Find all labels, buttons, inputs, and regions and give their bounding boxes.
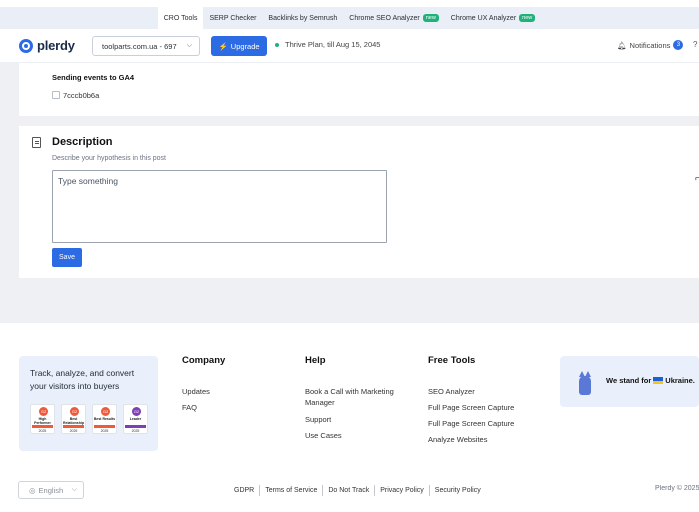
language-selector[interactable]: ◎ English ⌵ <box>18 481 84 499</box>
footer-link-use-cases[interactable]: Use Cases <box>305 430 342 441</box>
link-privacy[interactable]: Privacy Policy <box>380 487 424 494</box>
logo-icon <box>19 38 33 53</box>
promo-text: Track, analyze, and convert your visitor… <box>30 368 135 391</box>
plan-text: Thrive Plan, till Aug 15, 2045 <box>285 40 381 49</box>
footer-link-screen-capture-2[interactable]: Full Page Screen Capture <box>428 418 514 429</box>
ga4-code: 7cccb0b6a <box>63 91 100 100</box>
new-badge: new <box>422 14 439 22</box>
divider <box>374 485 376 496</box>
site-selector[interactable]: toolparts.com.ua - 697 ⌵ <box>92 36 200 56</box>
ukraine-flag-icon <box>653 377 664 384</box>
description-subtitle: Describe your hypothesis in this post <box>52 155 166 162</box>
tools-bar: CRO Tools SERP Checker Backlinks by Semr… <box>0 7 699 29</box>
g2-icon: G2 <box>70 407 79 416</box>
ga4-checkbox[interactable] <box>52 91 60 99</box>
badge-year: 2025 <box>38 429 47 433</box>
tab-chrome-ux-analyzer[interactable]: Chrome UX Analyzer new <box>445 7 541 29</box>
logo-text: plerdy <box>37 38 75 53</box>
help-icon[interactable]: ? <box>693 40 697 49</box>
status-dot-icon <box>275 42 279 47</box>
mouse-cursor-icon: ⌐ <box>695 173 699 184</box>
divider <box>322 485 324 496</box>
tab-label: SERP Checker <box>209 14 257 22</box>
tab-chrome-seo-analyzer[interactable]: Chrome SEO Analyzer new <box>343 7 445 29</box>
cat-mascot-icon <box>577 368 593 395</box>
copyright: Plerdy © 2025 <box>655 485 699 492</box>
footer-link-book-call[interactable]: Book a Call with Marketing Manager <box>305 386 410 408</box>
g2-badge-best-relationship: G2 Best Relationship 2025 <box>61 404 86 434</box>
upgrade-button[interactable]: ⚡ Upgrade <box>211 36 267 56</box>
footer-free-tools-title: Free Tools <box>428 355 476 366</box>
plan-status: Thrive Plan, till Aug 15, 2045 <box>275 40 380 49</box>
badge-label: Best Relationship <box>62 417 84 425</box>
badge-label: High Performer <box>34 417 51 425</box>
divider <box>428 485 430 496</box>
tab-label: CRO Tools <box>163 14 198 22</box>
document-icon <box>32 137 41 148</box>
new-badge: new <box>519 14 536 22</box>
badge-ribbon <box>94 425 115 428</box>
g2-icon: G2 <box>39 407 48 416</box>
badge-ribbon <box>125 425 146 428</box>
badge-ribbon <box>63 425 84 428</box>
g2-icon: G2 <box>132 407 141 416</box>
badge-year: 2025 <box>69 429 78 433</box>
badge-ribbon <box>32 425 53 428</box>
tab-serp-checker[interactable]: SERP Checker <box>203 7 262 29</box>
notifications-button[interactable]: 🔔︎ Notifications 3 <box>617 40 684 50</box>
language-value: English <box>38 485 64 495</box>
g2-badge-leader: G2 Leader 2025 <box>123 404 148 434</box>
award-badges: G2 High Performer 2025 G2 Best Relations… <box>30 404 148 434</box>
tab-cro-tools[interactable]: CRO Tools <box>157 7 204 29</box>
upgrade-label: Upgrade <box>230 41 260 51</box>
tab-label: Backlinks by Semrush <box>268 14 338 22</box>
ukraine-text: We stand for Ukraine. <box>606 376 695 385</box>
footer-link-updates[interactable]: Updates <box>182 386 210 397</box>
footer-link-faq[interactable]: FAQ <box>182 402 197 413</box>
tab-label: Chrome SEO Analyzer <box>349 14 420 22</box>
g2-icon: G2 <box>101 407 110 416</box>
lightning-icon: ⚡ <box>218 41 228 51</box>
tab-backlinks[interactable]: Backlinks by Semrush <box>262 7 343 29</box>
description-textarea[interactable] <box>52 170 387 243</box>
g2-badge-best-results: G2 Best Results 2025 <box>92 404 117 434</box>
badge-label: Leader <box>129 417 142 421</box>
footer-link-seo-analyzer[interactable]: SEO Analyzer <box>428 386 475 397</box>
notifications-label: Notifications <box>629 40 671 50</box>
footer-link-analyze-websites[interactable]: Analyze Websites <box>428 434 487 445</box>
g2-badge-high-performer: G2 High Performer 2025 <box>30 404 55 434</box>
footer-link-support[interactable]: Support <box>305 414 331 425</box>
divider <box>259 485 261 496</box>
badge-year: 2025 <box>131 429 140 433</box>
ukraine-prefix: We stand for <box>606 376 652 385</box>
description-title: Description <box>52 136 113 148</box>
link-do-not-track[interactable]: Do Not Track <box>328 487 369 494</box>
chevron-down-icon: ⌵ <box>71 486 77 493</box>
plerdy-logo[interactable]: plerdy <box>19 38 75 53</box>
ukraine-country: Ukraine. <box>665 376 695 385</box>
chevron-down-icon: ⌵ <box>186 42 192 49</box>
footer-help-title: Help <box>305 355 326 366</box>
notifications-count: 3 <box>673 40 684 50</box>
footer-company-title: Company <box>182 355 226 366</box>
site-selector-value: toolparts.com.ua - 697 <box>102 41 177 51</box>
ga4-card <box>19 63 699 116</box>
cat-body <box>579 376 591 395</box>
app-header: plerdy toolparts.com.ua - 697 ⌵ ⚡ Upgrad… <box>0 29 699 63</box>
tab-label: Chrome UX Analyzer <box>450 14 517 22</box>
link-security[interactable]: Security Policy <box>435 487 481 494</box>
bell-icon: 🔔︎ <box>617 40 627 50</box>
legal-links: GDPR Terms of Service Do Not Track Priva… <box>234 485 481 496</box>
ga4-title: Sending events to GA4 <box>52 73 135 82</box>
badge-year: 2025 <box>100 429 109 433</box>
link-gdpr[interactable]: GDPR <box>234 487 254 494</box>
save-button[interactable]: Save <box>52 248 82 267</box>
link-terms[interactable]: Terms of Service <box>265 487 317 494</box>
footer-link-screen-capture[interactable]: Full Page Screen Capture <box>428 402 514 413</box>
badge-label: Best Results <box>93 417 116 421</box>
globe-icon: ◎ <box>29 485 36 495</box>
